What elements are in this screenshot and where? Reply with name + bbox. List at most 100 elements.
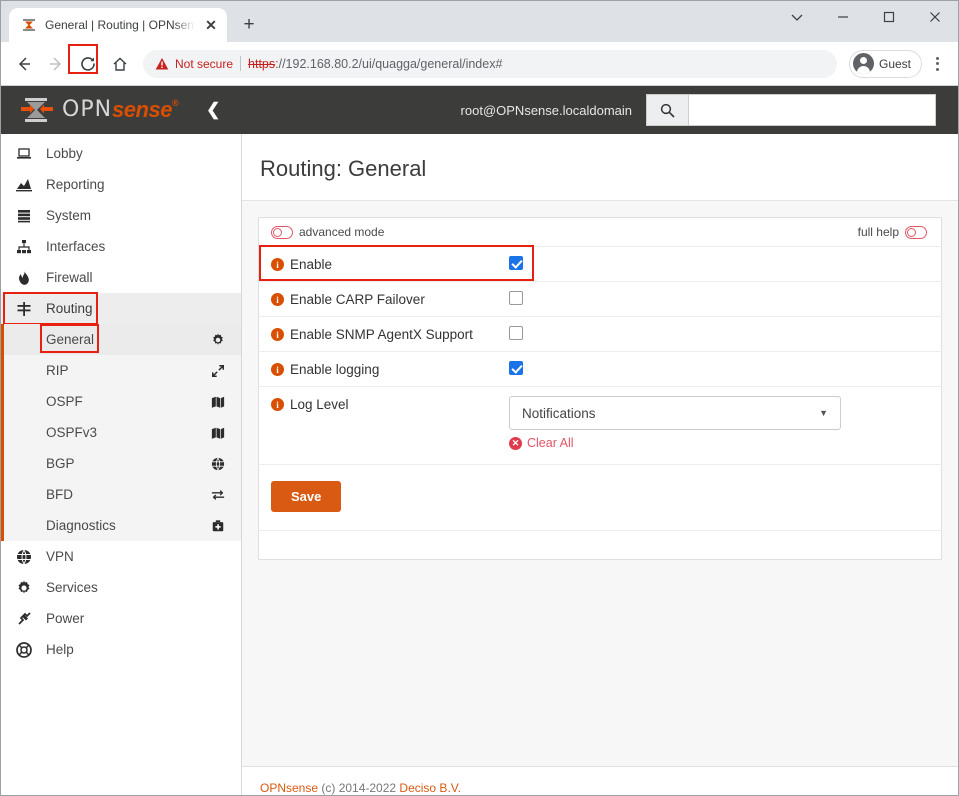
full-help-toggle[interactable]: full help (858, 225, 927, 239)
sidebar-item-routing[interactable]: Routing (1, 292, 241, 325)
sidebar-item-firewall[interactable]: Firewall (1, 262, 241, 293)
footer-copyright: (c) 2014-2022 (318, 781, 400, 795)
sidebar-item-vpn[interactable]: VPN (1, 541, 241, 572)
sidebar-label: Lobby (46, 146, 83, 161)
sidebar-item-bgp[interactable]: BGP (4, 448, 241, 479)
sidebar-label: Services (46, 580, 98, 595)
sitemap-icon (15, 239, 33, 255)
kebab-menu-icon[interactable] (924, 50, 950, 78)
info-icon[interactable]: i (271, 363, 284, 376)
sidebar-item-interfaces[interactable]: Interfaces (1, 231, 241, 262)
globe-icon (15, 549, 33, 565)
globe-icon (211, 457, 225, 471)
form-label: i Enable logging (271, 361, 509, 377)
first-aid-kit-icon (211, 519, 225, 533)
sidebar-item-diagnostics[interactable]: Diagnostics (4, 510, 241, 541)
save-row: Save (259, 465, 941, 531)
form-control (509, 256, 929, 270)
browser-window: General | Routing | OPNsense.loc ✕ + (0, 0, 959, 796)
power-plug-icon (15, 611, 33, 627)
maximize-button[interactable] (866, 1, 912, 33)
url-rest: ://192.168.80.2/ui/quagga/general/index# (275, 56, 503, 71)
sidebar-label: Firewall (46, 270, 93, 285)
toggle-off-icon[interactable] (271, 225, 293, 239)
footer-company: Deciso B.V. (399, 781, 462, 795)
snmp-agentx-checkbox[interactable] (509, 326, 523, 340)
gear-icon (15, 580, 33, 596)
search-input[interactable] (688, 94, 936, 126)
search-icon[interactable] (646, 94, 688, 126)
forward-button (41, 49, 71, 79)
gear-icon (211, 333, 225, 347)
info-icon[interactable]: i (271, 293, 284, 306)
clear-all-button[interactable]: ✕ Clear All (509, 436, 929, 450)
advanced-mode-label: advanced mode (299, 225, 385, 239)
sidebar-item-general[interactable]: General (4, 324, 241, 355)
log-level-value: Notifications (522, 405, 596, 421)
sidebar-sub-label: General (46, 332, 95, 347)
caret-down-icon: ▼ (819, 408, 828, 418)
browser-tab[interactable]: General | Routing | OPNsense.loc ✕ (9, 8, 227, 42)
sidebar-label: VPN (46, 549, 74, 564)
info-icon[interactable]: i (271, 258, 284, 271)
sidebar-item-ospfv3[interactable]: OSPFv3 (4, 417, 241, 448)
enable-checkbox[interactable] (509, 256, 523, 270)
sidebar-navigation: Lobby Reporting System Interfaces Firewa… (1, 134, 242, 795)
times-circle-icon: ✕ (509, 436, 522, 450)
sidebar-collapse-icon[interactable]: ❮ (206, 100, 220, 120)
back-button[interactable] (9, 49, 39, 79)
page-title: Routing: General (242, 134, 958, 201)
carp-failover-checkbox[interactable] (509, 291, 523, 305)
settings-panel: advanced mode full help i Enable i Enabl… (258, 217, 942, 560)
form-control (509, 291, 929, 305)
profile-chip[interactable]: Guest (848, 49, 922, 78)
sidebar-sub-label: Diagnostics (46, 518, 116, 533)
sidebar-item-rip[interactable]: RIP (4, 355, 241, 386)
panel-footer-space (259, 531, 941, 559)
tab-close-icon[interactable]: ✕ (203, 17, 219, 33)
label-text: Log Level (290, 397, 349, 412)
logo-registered-mark: ® (171, 98, 179, 108)
sidebar-sub-label: OSPF (46, 394, 83, 409)
map-icon (211, 426, 225, 440)
sidebar-label: Interfaces (46, 239, 106, 254)
page-footer: OPNsense (c) 2014-2022 Deciso B.V. (242, 766, 958, 795)
sidebar-item-bfd[interactable]: BFD (4, 479, 241, 510)
info-icon[interactable]: i (271, 328, 284, 341)
form-row-carp-failover: i Enable CARP Failover (259, 282, 941, 317)
toggle-off-icon[interactable] (905, 225, 927, 239)
opnsense-favicon (21, 17, 37, 33)
header-search[interactable] (646, 94, 936, 126)
minimize-button[interactable] (820, 1, 866, 33)
window-controls (774, 1, 958, 33)
sidebar-item-reporting[interactable]: Reporting (1, 169, 241, 200)
sidebar-item-system[interactable]: System (1, 200, 241, 231)
exchange-arrows-icon (211, 488, 225, 502)
advanced-mode-toggle[interactable]: advanced mode (271, 225, 384, 239)
close-button[interactable] (912, 1, 958, 33)
tab-title: General | Routing | OPNsense.loc (45, 18, 195, 32)
full-help-label: full help (857, 225, 899, 239)
footer-brand: OPNsense (260, 781, 319, 795)
sidebar-item-ospf[interactable]: OSPF (4, 386, 241, 417)
address-bar[interactable]: Not secure https://192.168.80.2/ui/quagg… (143, 49, 837, 78)
form-label: i Enable CARP Failover (271, 291, 509, 307)
info-icon[interactable]: i (271, 398, 284, 411)
tab-search-button[interactable] (774, 1, 820, 33)
log-level-select[interactable]: Notifications ▼ (509, 396, 841, 430)
new-tab-button[interactable]: + (235, 11, 263, 39)
sidebar-item-services[interactable]: Services (1, 572, 241, 603)
app-logo[interactable]: OPN sense ® (21, 97, 179, 123)
enable-logging-checkbox[interactable] (509, 361, 523, 375)
fire-icon (15, 270, 33, 286)
security-status-label: Not secure (175, 56, 234, 71)
warning-triangle-icon (155, 57, 169, 70)
logo-opn-text: OPN (62, 97, 113, 122)
save-button[interactable]: Save (271, 481, 342, 512)
sidebar-item-power[interactable]: Power (1, 603, 241, 634)
sidebar-item-lobby[interactable]: Lobby (1, 138, 241, 169)
reload-button[interactable] (68, 43, 103, 79)
home-button[interactable] (105, 49, 135, 79)
sidebar-item-help[interactable]: Help (1, 634, 241, 665)
map-icon (211, 395, 225, 409)
